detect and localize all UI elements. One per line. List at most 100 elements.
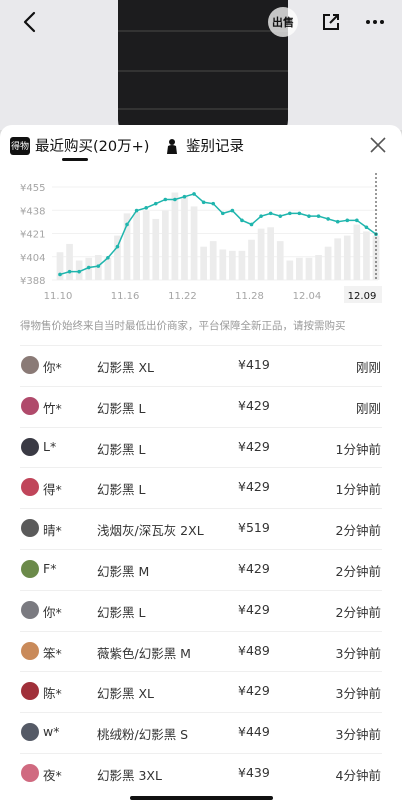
price-point [335, 219, 340, 224]
item-spec: 幻影黑 XL [97, 360, 155, 375]
volume-bar [229, 250, 236, 280]
y-tick-label: ¥388 [20, 276, 45, 287]
item-spec: 薇紫色/幻影黑 M [97, 645, 191, 661]
volume-bar [267, 227, 275, 280]
x-tick-label: 11.16 [111, 291, 140, 302]
x-tick-label: 11.22 [168, 291, 197, 302]
list-item[interactable]: 得* 幻影黑 L ¥429 1分钟前 [0, 467, 402, 508]
price-disclaimer: 得物售价始终来自当时最低出价商家，平台保障全新正品，请按需购买 [20, 320, 346, 332]
avatar [21, 519, 39, 538]
volume-bar [133, 211, 140, 280]
list-item[interactable]: 你* 幻影黑 XL ¥419 刚刚 [0, 345, 402, 386]
tab-recent-purchases[interactable]: 得物 最近购买(20万+) [10, 135, 149, 156]
buyer-name: 你* [43, 604, 62, 620]
item-spec: 幻影黑 M [97, 563, 150, 579]
volume-bar [334, 238, 342, 280]
avatar [21, 437, 39, 456]
row-divider [20, 712, 382, 714]
purchase-time: 4分钟前 [335, 767, 381, 783]
avatar [21, 723, 39, 742]
dewu-logo: 得物 [10, 136, 30, 155]
list-item[interactable]: 夜* 幻影黑 3XL ¥439 4分钟前 [0, 752, 402, 794]
tab-bar: 得物 最近购买(20万+) 鉴别记录 [0, 125, 402, 165]
item-spec: 桃绒粉/幻影黑 S [97, 727, 189, 743]
row-divider [20, 467, 382, 469]
row-divider [20, 548, 382, 550]
row-divider [20, 589, 382, 591]
avatar [21, 356, 39, 374]
home-indicator [130, 796, 273, 800]
price-point [297, 211, 302, 216]
sell-badge: 出售 [268, 7, 298, 37]
share-button[interactable] [316, 6, 346, 38]
buyer-name: 晴* [43, 523, 62, 539]
volume-bar [286, 260, 294, 280]
list-item[interactable]: 你* 幻影黑 L ¥429 2分钟前 [0, 589, 402, 631]
item-price: ¥419 [238, 357, 270, 372]
buyer-name: 夜* [43, 767, 62, 783]
item-spec: 幻影黑 L [97, 400, 146, 416]
list-item[interactable]: 笨* 薇紫色/幻影黑 M ¥489 3分钟前 [0, 630, 402, 672]
list-item[interactable]: 竹* 幻影黑 L ¥429 刚刚 [0, 385, 402, 427]
price-trend-chart[interactable]: ¥455 ¥438 ¥421 ¥404 ¥388 11.10 11.16 11.22 11.28… [0, 173, 402, 313]
price-point [115, 244, 120, 249]
avatar [21, 600, 39, 619]
share-icon [323, 14, 339, 30]
item-spec: 幻影黑 3XL [97, 767, 162, 783]
tab-authentication-records[interactable]: 鉴别记录 [166, 135, 244, 156]
purchase-time: 2分钟前 [335, 563, 381, 579]
price-point [278, 214, 283, 218]
volume-bar [200, 246, 207, 280]
purchase-time: 刚刚 [355, 360, 381, 375]
back-button[interactable] [14, 6, 44, 38]
price-point [240, 218, 244, 223]
x-tick-label: 11.10 [44, 291, 73, 302]
volume-bar [104, 257, 112, 280]
price-point [77, 269, 81, 274]
volume-bar [343, 235, 351, 280]
volume-bar [219, 249, 227, 280]
purchase-time: 1分钟前 [335, 441, 381, 457]
x-tick-label: 12.04 [293, 291, 322, 302]
avatar [21, 559, 39, 578]
row-divider [20, 345, 382, 346]
tab-label: 鉴别记录 [186, 139, 244, 155]
price-point [345, 218, 350, 223]
record-list: 你* 幻影黑 XL ¥419 刚刚 竹* 幻影黑 L ¥429 刚刚 L* 幻影黑 L ¥429 1分… [0, 345, 402, 794]
price-point [211, 201, 216, 206]
more-button[interactable] [360, 6, 390, 38]
purchase-time: 刚刚 [355, 400, 381, 416]
y-tick-label: ¥438 [20, 206, 45, 217]
row-divider [20, 385, 382, 387]
item-price: ¥429 [238, 683, 270, 699]
row-divider [20, 630, 382, 632]
list-item[interactable]: 陈* 幻影黑 XL ¥429 3分钟前 [0, 671, 402, 712]
price-point [307, 214, 311, 218]
price-point [153, 201, 158, 206]
list-item[interactable]: L* 幻影黑 L ¥429 1分钟前 [0, 426, 402, 468]
x-tick-label: 11.28 [235, 291, 264, 302]
buyer-name: 竹* [43, 400, 62, 416]
item-price: ¥429 [238, 397, 270, 413]
buyer-name: F* [43, 560, 57, 576]
volume-bar [276, 241, 284, 280]
tab-label: 最近购买(20万+) [35, 139, 150, 155]
list-item[interactable]: 晴* 浅烟灰/深瓦灰 2XL ¥519 2分钟前 [0, 508, 402, 549]
purchase-time: 2分钟前 [335, 523, 381, 539]
avatar [21, 641, 39, 660]
volume-bar [248, 239, 255, 280]
sell-button[interactable]: 出售 [266, 6, 300, 38]
row-divider [20, 426, 382, 428]
price-point [249, 222, 254, 227]
purchase-records-sheet: 得物 最近购买(20万+) 鉴别记录 ¥455 ¥438 ¥421 ¥404 ¥388 1… [0, 125, 402, 800]
buyer-name: 你* [43, 360, 62, 375]
list-item[interactable]: F* 幻影黑 M ¥429 2分钟前 [0, 548, 402, 590]
purchase-time: 3分钟前 [335, 645, 381, 661]
item-price: ¥439 [238, 764, 270, 780]
x-tick-label: 12.09 [348, 291, 377, 302]
volume-bar [353, 224, 361, 280]
list-item[interactable]: w* 桃绒粉/幻影黑 S ¥449 3分钟前 [0, 712, 402, 753]
chart-svg: ¥455 ¥438 ¥421 ¥404 ¥388 11.10 11.16 11.22 11.28… [20, 173, 382, 303]
avatar [21, 682, 39, 701]
close-button[interactable] [366, 133, 390, 157]
